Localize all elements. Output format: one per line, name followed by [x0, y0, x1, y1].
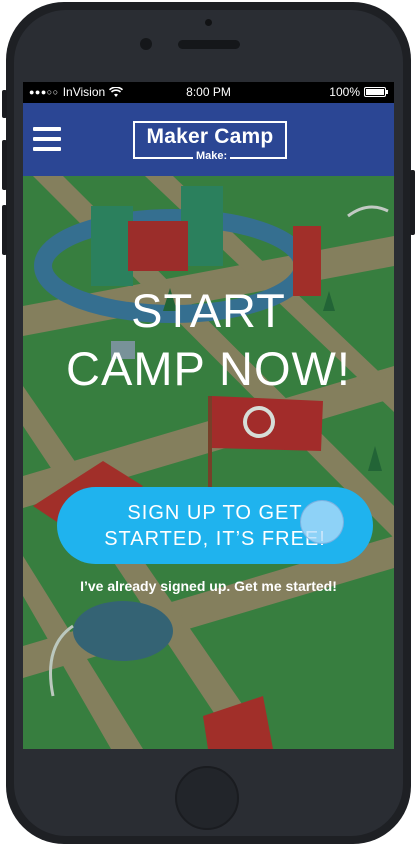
- headline-line-1: START: [131, 284, 286, 337]
- front-sensor: [205, 19, 212, 26]
- tap-indicator-icon: [300, 500, 344, 544]
- headline-line-2: CAMP NOW!: [66, 342, 351, 395]
- hamburger-menu-icon[interactable]: [33, 127, 61, 151]
- battery-icon: [364, 87, 388, 97]
- map-overlay: [23, 176, 394, 749]
- volume-down-button: [2, 205, 7, 255]
- app-header: Maker Camp Make:: [23, 103, 394, 176]
- front-camera: [140, 38, 152, 50]
- status-bar: ●●●○○ InVision 8:00 PM 100%: [23, 82, 394, 103]
- app-screen: ●●●○○ InVision 8:00 PM 100% Maker Camp M…: [23, 82, 394, 749]
- volume-up-button: [2, 140, 7, 190]
- home-button[interactable]: [175, 766, 239, 830]
- already-signed-up-link[interactable]: I’ve already signed up. Get me started!: [23, 578, 394, 594]
- mute-switch: [2, 90, 7, 118]
- hero-headline: START CAMP NOW!: [23, 282, 394, 398]
- power-button: [410, 170, 415, 235]
- earpiece-speaker: [178, 40, 240, 49]
- logo-subtitle: Make:: [193, 150, 231, 162]
- logo-title: Maker Camp: [146, 125, 274, 148]
- battery-percent: 100%: [329, 85, 360, 99]
- maker-camp-logo[interactable]: Maker Camp Make:: [133, 121, 287, 162]
